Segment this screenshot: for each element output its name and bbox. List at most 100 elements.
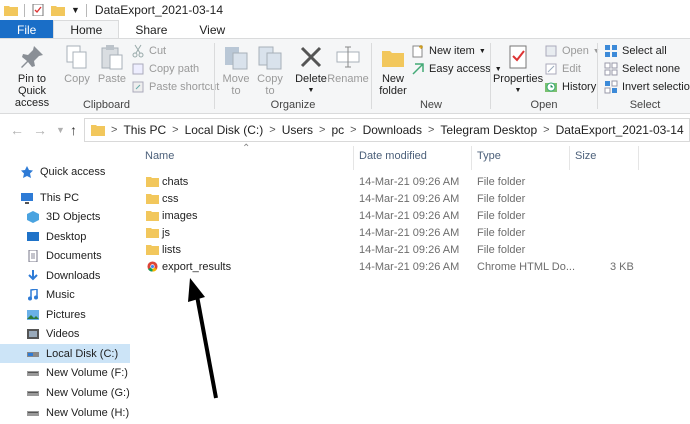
new-folder-button[interactable]: New folder: [377, 43, 409, 97]
breadcrumb-data-export[interactable]: DataExport_2021-03-14: [556, 123, 684, 137]
table-row[interactable]: css 14-Mar-21 09:26 AM File folder: [138, 191, 690, 208]
folder-icon: [91, 125, 105, 136]
tab-home[interactable]: Home: [53, 20, 120, 39]
breadcrumb-local-disk[interactable]: Local Disk (C:): [185, 123, 264, 137]
nav-item-new-volume-h[interactable]: New Volume (H:): [0, 403, 130, 422]
paste-shortcut-button[interactable]: Paste shortcut: [131, 80, 219, 94]
open-group: Properties ▼ Open ▼ Edit History Open: [492, 39, 600, 113]
customize-quick-access-icon[interactable]: ▼: [71, 5, 80, 15]
history-button[interactable]: History: [544, 80, 596, 94]
recent-locations-chevron-icon[interactable]: ▼: [56, 125, 65, 135]
forward-arrow-icon[interactable]: →: [33, 122, 47, 138]
column-header-size[interactable]: Size: [575, 150, 596, 162]
open-button[interactable]: Open ▼: [544, 44, 600, 58]
paste-button[interactable]: Paste: [96, 43, 128, 85]
select-all-icon: [605, 45, 617, 57]
select-all-label: Select all: [622, 45, 667, 57]
nav-item-new-volume-g[interactable]: New Volume (G:): [0, 383, 130, 402]
edit-icon: [545, 63, 557, 75]
open-label: Open: [562, 45, 589, 57]
nav-item-music[interactable]: Music: [0, 285, 130, 304]
copy-to-button[interactable]: Copy to: [254, 43, 286, 97]
breadcrumb-users[interactable]: Users: [282, 123, 313, 137]
select-all-button[interactable]: Select all: [604, 44, 667, 58]
divider: [597, 43, 598, 109]
tab-file[interactable]: File: [0, 20, 54, 39]
nav-item-quick-access[interactable]: Quick access: [0, 162, 130, 181]
paste-shortcut-label: Paste shortcut: [149, 81, 220, 93]
nav-item-downloads[interactable]: Downloads: [0, 266, 130, 285]
breadcrumb-separator-icon: >: [172, 124, 179, 136]
easy-access-label: Easy access: [429, 63, 491, 75]
table-row[interactable]: lists 14-Mar-21 09:26 AM File folder: [138, 242, 690, 259]
move-to-icon: [225, 47, 248, 70]
nav-item-local-disk-c[interactable]: Local Disk (C:): [0, 344, 130, 363]
properties-icon[interactable]: [31, 4, 45, 16]
table-row[interactable]: export_results 14-Mar-21 09:26 AM Chrome…: [138, 259, 690, 276]
tab-share[interactable]: Share: [119, 20, 183, 39]
properties-button[interactable]: Properties ▼: [493, 43, 543, 97]
file-name: images: [162, 210, 198, 222]
folder-icon: [4, 6, 18, 16]
cut-button[interactable]: Cut: [131, 44, 166, 58]
nav-item-this-pc[interactable]: This PC: [0, 188, 130, 207]
nav-item-3d-objects[interactable]: 3D Objects: [0, 207, 130, 226]
nav-item-label: Music: [46, 288, 75, 301]
sort-ascending-icon: ⌃: [242, 143, 251, 154]
table-row[interactable]: chats 14-Mar-21 09:26 AM File folder: [138, 174, 690, 191]
table-row[interactable]: images 14-Mar-21 09:26 AM File folder: [138, 208, 690, 225]
copy-path-button[interactable]: Copy path: [131, 62, 199, 76]
nav-item-documents[interactable]: Documents: [0, 246, 130, 265]
paste-icon: [101, 45, 123, 70]
select-group-label: Select: [629, 99, 661, 111]
column-header-name[interactable]: Name: [145, 150, 174, 162]
table-row[interactable]: js 14-Mar-21 09:26 AM File folder: [138, 225, 690, 242]
chevron-down-icon: ▼: [307, 87, 315, 94]
file-type: File folder: [477, 193, 526, 205]
nav-item-videos[interactable]: Videos: [0, 324, 130, 343]
edit-button[interactable]: Edit: [544, 62, 581, 76]
chevron-down-icon: ▼: [514, 87, 522, 94]
breadcrumb-separator-icon: >: [319, 124, 326, 136]
back-arrow-icon[interactable]: ←: [10, 122, 24, 138]
rename-button[interactable]: Rename: [327, 43, 369, 85]
divider: [371, 43, 372, 109]
column-header-date-modified[interactable]: Date modified: [359, 150, 427, 162]
ribbon-tabs: File Home Share View: [0, 20, 690, 39]
breadcrumb-pc[interactable]: pc: [331, 123, 344, 137]
select-none-button[interactable]: Select none: [604, 62, 680, 76]
delete-button[interactable]: Delete ▼: [294, 43, 328, 97]
folder-icon: [146, 194, 159, 204]
nav-item-label: 3D Objects: [46, 210, 101, 223]
file-name: js: [162, 227, 170, 239]
breadcrumb-telegram-desktop[interactable]: Telegram Desktop: [440, 123, 537, 137]
delete-x-icon: [300, 46, 322, 68]
address-bar[interactable]: > This PC > Local Disk (C:) > Users > pc…: [84, 118, 690, 142]
column-header-type[interactable]: Type: [477, 150, 501, 162]
easy-access-button[interactable]: Easy access ▼: [411, 62, 502, 76]
file-name: css: [162, 193, 179, 205]
new-folder-icon[interactable]: [51, 4, 65, 16]
file-type: File folder: [477, 244, 526, 256]
divider: [471, 146, 472, 170]
divider: [569, 146, 570, 170]
drive-icon: [27, 410, 39, 416]
move-to-button[interactable]: Move to: [220, 43, 252, 97]
tab-view[interactable]: View: [183, 20, 241, 39]
videos-icon: [27, 328, 39, 339]
folder-icon: [146, 228, 159, 238]
organize-group: Move to Copy to Delete ▼ Rename Organize: [216, 39, 370, 113]
invert-selection-button[interactable]: Invert selection: [604, 80, 690, 94]
open-group-label: Open: [530, 99, 558, 111]
divider: [638, 146, 639, 170]
nav-item-desktop[interactable]: Desktop: [0, 227, 130, 246]
nav-item-pictures[interactable]: Pictures: [0, 305, 130, 324]
breadcrumb-this-pc[interactable]: This PC: [123, 123, 166, 137]
copy-button[interactable]: Copy: [62, 43, 92, 85]
up-arrow-icon[interactable]: ↑: [70, 122, 77, 138]
copy-path-icon: [132, 63, 144, 75]
breadcrumb-downloads[interactable]: Downloads: [363, 123, 422, 137]
navigation-pane: Quick access This PC 3D Objects Desktop …: [0, 156, 134, 424]
new-item-button[interactable]: New item ▼: [411, 44, 486, 58]
nav-item-new-volume-f[interactable]: New Volume (F:): [0, 363, 130, 382]
